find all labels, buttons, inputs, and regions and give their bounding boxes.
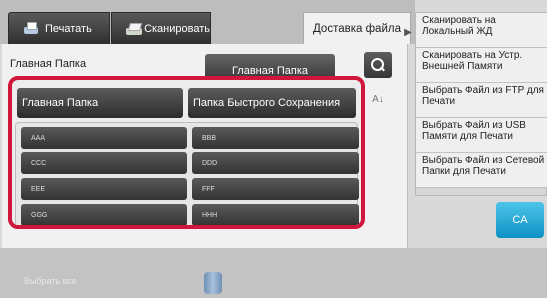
list-item[interactable]: DDD — [192, 152, 359, 174]
menu-item-label: Сканировать на Локальный ЖД — [422, 15, 496, 37]
expand-arrow-icon[interactable]: ▶ — [401, 20, 415, 44]
tab-scan[interactable]: Сканировать — [111, 12, 211, 44]
search-icon — [371, 58, 385, 72]
ca-button-label: CA — [512, 214, 528, 226]
tab-scan-label: Сканировать — [144, 22, 210, 35]
folder-label: Главная Папка — [10, 58, 87, 70]
list-item[interactable]: BBB — [192, 127, 359, 149]
quick-save-folder-button[interactable]: Папка Быстрого Сохранения — [188, 88, 356, 118]
menu-item-label: Выбрать Файл из USB Памяти для Печати — [422, 120, 526, 142]
list-item-label: FFF — [202, 185, 215, 193]
main-folder-button[interactable]: Главная Папка — [17, 88, 183, 118]
menu-item-label: Выбрать Файл из Сетевой Папки для Печати — [422, 155, 545, 177]
list-item-label: EEE — [31, 185, 46, 193]
list-item-label: DDD — [202, 159, 218, 167]
menu-item-print-from-network-folder[interactable]: Выбрать Файл из Сетевой Папки для Печати — [416, 153, 547, 188]
menu-item-scan-external-memory[interactable]: Сканировать на Устр. Внешней Памяти — [416, 48, 547, 83]
storage-icon — [204, 272, 222, 294]
list-item-label: AAA — [31, 134, 46, 142]
menu-item-label: Выбрать Файл из FTP для Печати — [422, 85, 544, 107]
folder-list: AAA BBB CCC DDD EEE FFF GGG HHH — [15, 122, 359, 225]
list-item-label: BBB — [202, 134, 217, 142]
printer-icon — [23, 21, 39, 36]
folder-list-highlight: Главная Папка Папка Быстрого Сохранения … — [8, 76, 365, 229]
main-folder-label: Главная Папка — [22, 97, 99, 109]
list-item[interactable]: AAA — [21, 127, 187, 149]
action-menu: Сканировать на Локальный ЖД Сканировать … — [415, 12, 547, 196]
list-item[interactable]: HHH — [192, 204, 359, 225]
ca-button[interactable]: CA — [496, 202, 544, 238]
search-button[interactable] — [364, 52, 392, 78]
bottom-bar — [0, 248, 547, 298]
tab-print-label: Печатать — [45, 22, 92, 35]
tab-print[interactable]: Печатать — [8, 12, 110, 44]
sort-icon: A↓ — [372, 93, 384, 105]
sort-button[interactable]: A↓ — [364, 88, 392, 110]
select-all-button[interactable]: Выбрать все — [24, 276, 77, 286]
quick-save-folder-label: Папка Быстрого Сохранения — [193, 97, 341, 109]
tab-delivery[interactable]: Доставка файла — [303, 12, 411, 44]
menu-item-print-from-usb[interactable]: Выбрать Файл из USB Памяти для Печати — [416, 118, 547, 153]
menu-item-print-from-ftp[interactable]: Выбрать Файл из FTP для Печати — [416, 83, 547, 118]
list-item[interactable]: GGG — [21, 204, 187, 225]
list-item-label: HHH — [202, 211, 218, 219]
menu-item-label: Сканировать на Устр. Внешней Памяти — [422, 50, 523, 72]
tab-delivery-label: Доставка файла — [313, 22, 401, 35]
menu-item-scan-local-hdd[interactable]: Сканировать на Локальный ЖД — [416, 13, 547, 48]
list-item-label: CCC — [31, 159, 47, 167]
list-item[interactable]: CCC — [21, 152, 187, 174]
list-item[interactable]: EEE — [21, 178, 187, 200]
list-item[interactable]: FFF — [192, 178, 359, 200]
scanner-icon — [126, 22, 143, 36]
list-item-label: GGG — [31, 211, 48, 219]
